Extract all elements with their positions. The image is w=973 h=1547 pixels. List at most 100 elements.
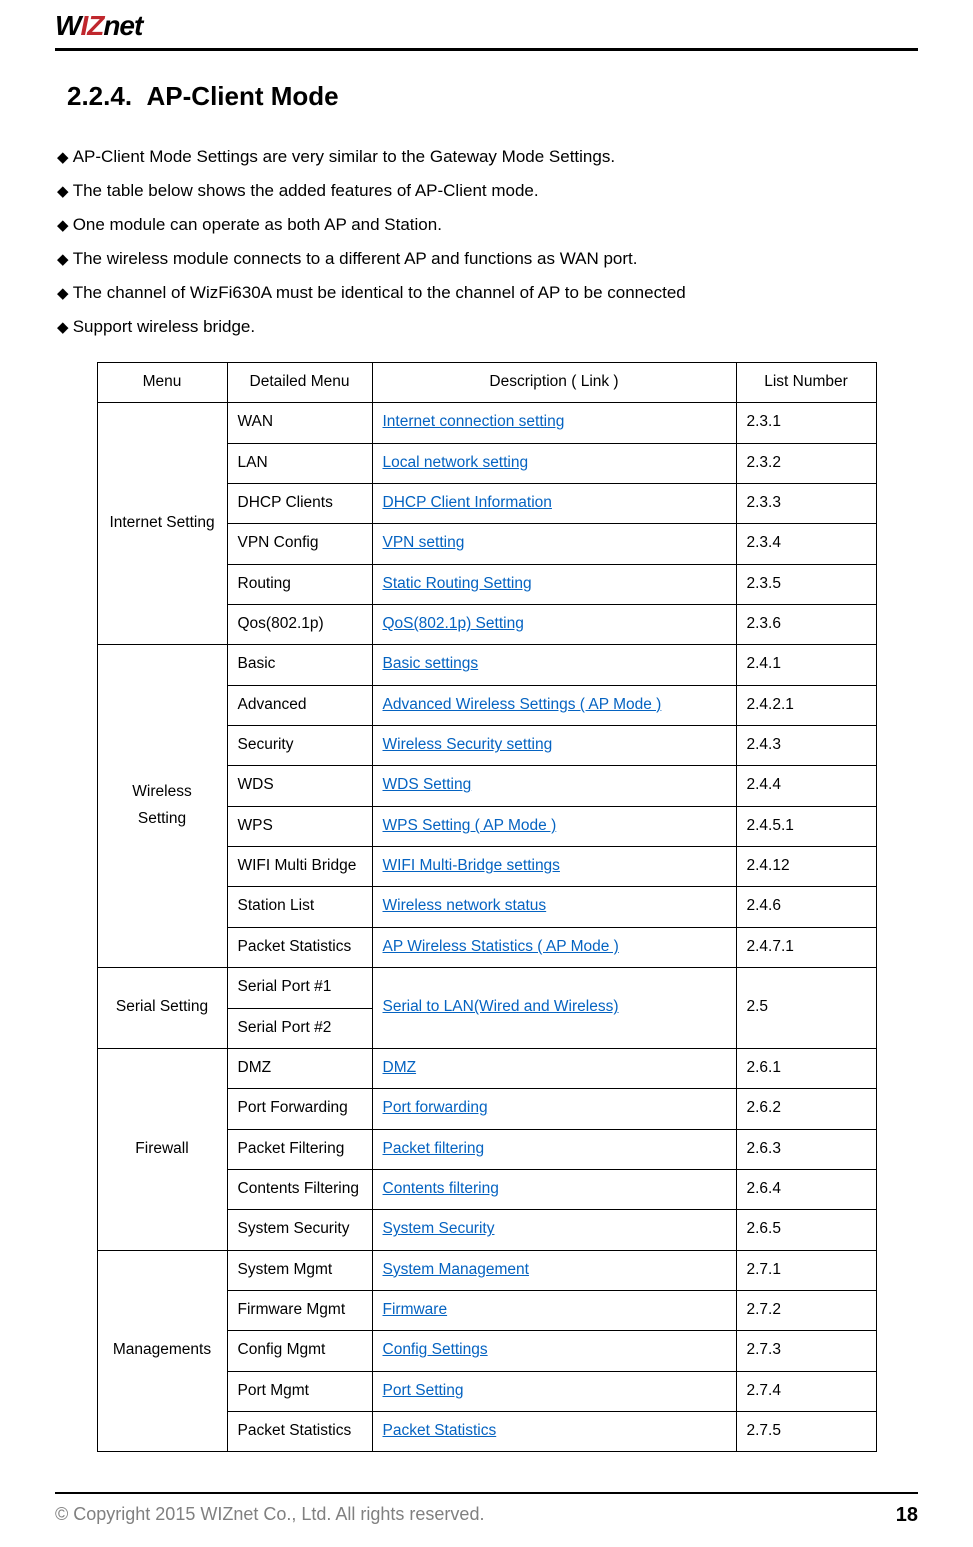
th-menu: Menu <box>97 363 227 403</box>
desc-link[interactable]: AP Wireless Statistics ( AP Mode ) <box>383 938 619 955</box>
desc-link[interactable]: Local network setting <box>383 454 529 471</box>
desc-cell: Serial to LAN(Wired and Wireless) <box>372 968 736 1049</box>
desc-cell: Static Routing Setting <box>372 564 736 604</box>
list-cell: 2.4.4 <box>736 766 876 806</box>
list-cell: 2.4.12 <box>736 847 876 887</box>
desc-cell: Local network setting <box>372 443 736 483</box>
desc-link[interactable]: WPS Setting ( AP Mode ) <box>383 817 557 834</box>
detail-cell: Firmware Mgmt <box>227 1290 372 1330</box>
section-number: 2.2.4. <box>67 81 132 111</box>
desc-link[interactable]: Serial to LAN(Wired and Wireless) <box>383 998 619 1015</box>
desc-link[interactable]: Config Settings <box>383 1341 488 1358</box>
desc-cell: Firmware <box>372 1290 736 1330</box>
th-desc: Description ( Link ) <box>372 363 736 403</box>
desc-cell: VPN setting <box>372 524 736 564</box>
desc-link[interactable]: Static Routing Setting <box>383 575 532 592</box>
menu-cell: Serial Setting <box>97 968 227 1049</box>
logo: WIZnet <box>55 10 142 41</box>
detail-cell: Packet Filtering <box>227 1129 372 1169</box>
list-cell: 2.6.2 <box>736 1089 876 1129</box>
desc-cell: Packet filtering <box>372 1129 736 1169</box>
list-cell: 2.7.5 <box>736 1411 876 1451</box>
table-header-row: Menu Detailed Menu Description ( Link ) … <box>97 363 876 403</box>
list-cell: 2.4.2.1 <box>736 685 876 725</box>
table-row: Internet Setting WAN Internet connection… <box>97 403 876 443</box>
detail-cell: Port Forwarding <box>227 1089 372 1129</box>
detail-cell: WIFI Multi Bridge <box>227 847 372 887</box>
table-row: Managements System Mgmt System Managemen… <box>97 1250 876 1290</box>
desc-link[interactable]: System Security <box>383 1220 495 1237</box>
desc-link[interactable]: QoS(802.1p) Setting <box>383 615 524 632</box>
bullet-list: AP-Client Mode Settings are very similar… <box>55 140 918 344</box>
detail-cell: Config Mgmt <box>227 1331 372 1371</box>
desc-link[interactable]: Packet filtering <box>383 1140 485 1157</box>
list-cell: 2.3.5 <box>736 564 876 604</box>
list-cell: 2.5 <box>736 968 876 1049</box>
desc-link[interactable]: Advanced Wireless Settings ( AP Mode ) <box>383 696 662 713</box>
desc-cell: AP Wireless Statistics ( AP Mode ) <box>372 927 736 967</box>
logo-part-iz: IZ <box>80 10 103 41</box>
list-cell: 2.6.5 <box>736 1210 876 1250</box>
detail-cell: System Mgmt <box>227 1250 372 1290</box>
desc-link[interactable]: VPN setting <box>383 534 465 551</box>
desc-cell: Wireless Security setting <box>372 726 736 766</box>
desc-link[interactable]: WDS Setting <box>383 776 472 793</box>
list-cell: 2.3.4 <box>736 524 876 564</box>
desc-link[interactable]: Wireless Security setting <box>383 736 553 753</box>
bullet-item: The wireless module connects to a differ… <box>55 242 918 276</box>
detail-cell: Serial Port #1 <box>227 968 372 1008</box>
detail-cell: System Security <box>227 1210 372 1250</box>
detail-cell: Serial Port #2 <box>227 1008 372 1048</box>
menu-table: Menu Detailed Menu Description ( Link ) … <box>97 362 877 1452</box>
detail-cell: Advanced <box>227 685 372 725</box>
detail-cell: LAN <box>227 443 372 483</box>
detail-cell: Security <box>227 726 372 766</box>
page-footer: © Copyright 2015 WIZnet Co., Ltd. All ri… <box>55 1494 918 1547</box>
list-cell: 2.6.4 <box>736 1169 876 1209</box>
logo-part-w: W <box>55 10 80 41</box>
desc-link[interactable]: Port forwarding <box>383 1099 488 1116</box>
list-cell: 2.3.6 <box>736 605 876 645</box>
desc-link[interactable]: System Management <box>383 1261 529 1278</box>
list-cell: 2.6.3 <box>736 1129 876 1169</box>
list-cell: 2.3.1 <box>736 403 876 443</box>
desc-link[interactable]: Basic settings <box>383 655 479 672</box>
desc-link[interactable]: Contents filtering <box>383 1180 499 1197</box>
detail-cell: WPS <box>227 806 372 846</box>
desc-cell: Advanced Wireless Settings ( AP Mode ) <box>372 685 736 725</box>
menu-cell: Managements <box>97 1250 227 1452</box>
desc-cell: Packet Statistics <box>372 1411 736 1451</box>
desc-link[interactable]: Wireless network status <box>383 897 547 914</box>
detail-cell: WDS <box>227 766 372 806</box>
desc-cell: WIFI Multi-Bridge settings <box>372 847 736 887</box>
desc-cell: DMZ <box>372 1048 736 1088</box>
detail-cell: Port Mgmt <box>227 1371 372 1411</box>
bullet-item: One module can operate as both AP and St… <box>55 208 918 242</box>
desc-link[interactable]: DHCP Client Information <box>383 494 552 511</box>
menu-cell: Wireless Setting <box>97 645 227 968</box>
table-row: Serial Setting Serial Port #1 Serial to … <box>97 968 876 1008</box>
desc-link[interactable]: Internet connection setting <box>383 413 565 430</box>
list-cell: 2.3.3 <box>736 484 876 524</box>
desc-link[interactable]: DMZ <box>383 1059 417 1076</box>
list-cell: 2.4.7.1 <box>736 927 876 967</box>
desc-cell: DHCP Client Information <box>372 484 736 524</box>
bullet-item: The channel of WizFi630A must be identic… <box>55 276 918 310</box>
detail-cell: Contents Filtering <box>227 1169 372 1209</box>
desc-link[interactable]: Packet Statistics <box>383 1422 497 1439</box>
desc-link[interactable]: Port Setting <box>383 1382 464 1399</box>
desc-link[interactable]: Firmware <box>383 1301 448 1318</box>
list-cell: 2.7.1 <box>736 1250 876 1290</box>
desc-cell: System Security <box>372 1210 736 1250</box>
desc-cell: WDS Setting <box>372 766 736 806</box>
desc-link[interactable]: WIFI Multi-Bridge settings <box>383 857 560 874</box>
detail-cell: Basic <box>227 645 372 685</box>
list-cell: 2.4.3 <box>736 726 876 766</box>
desc-cell: Config Settings <box>372 1331 736 1371</box>
th-detail: Detailed Menu <box>227 363 372 403</box>
desc-cell: Contents filtering <box>372 1169 736 1209</box>
list-cell: 2.6.1 <box>736 1048 876 1088</box>
detail-cell: DMZ <box>227 1048 372 1088</box>
bullet-item: AP-Client Mode Settings are very similar… <box>55 140 918 174</box>
table-row: Wireless Setting Basic Basic settings 2.… <box>97 645 876 685</box>
